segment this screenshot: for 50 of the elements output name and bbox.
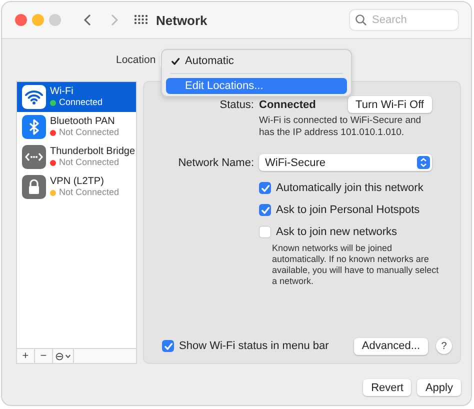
stepper-arrows-icon	[417, 156, 430, 169]
checkmark-icon	[171, 56, 180, 66]
service-status: Connected	[59, 97, 103, 108]
option-label: Automatically join this network	[276, 182, 424, 194]
advanced-button[interactable]: Advanced...	[354, 338, 428, 354]
option-label: Ask to join new networks	[276, 226, 398, 238]
service-name: Wi-Fi	[50, 86, 74, 97]
apply-button[interactable]: Apply	[417, 379, 461, 396]
close-button[interactable]	[15, 14, 27, 26]
service-item[interactable]: Wi-Fi Connected	[17, 82, 136, 112]
status-label: Status:	[218, 98, 254, 110]
service-status: Not Connected	[59, 127, 120, 138]
back-icon[interactable]	[83, 13, 93, 27]
service-item[interactable]: VPN (L2TP) Not Connected	[17, 172, 136, 202]
turn-wifi-off-button[interactable]: Turn Wi-Fi Off	[348, 96, 432, 113]
note-text: Known networks will be joined automatically. If no known networks are available, you will have to manually select a network.	[272, 243, 440, 287]
status-description: Wi-Fi is connected to WiFi-Secure and has the IP address 101.010.1.010.	[259, 115, 422, 139]
grid-icon[interactable]	[134, 13, 148, 27]
service-name: VPN (L2TP)	[50, 176, 105, 187]
service-status: Not Connected	[59, 187, 120, 198]
service-status: Not Connected	[59, 157, 120, 168]
service-item[interactable]: Bluetooth PAN Not Connected	[17, 112, 136, 142]
revert-button[interactable]: Revert	[363, 379, 412, 396]
option-label: Show Wi-Fi status in menu bar	[179, 340, 329, 352]
checkbox[interactable]	[259, 182, 271, 194]
help-button[interactable]: ?	[436, 338, 452, 354]
bluetooth-icon	[22, 115, 46, 139]
status-value: Connected	[259, 98, 316, 110]
remove-button[interactable]: −	[35, 349, 53, 363]
service-name: Thunderbolt Bridge	[50, 146, 136, 157]
network-name-label: Network Name:	[177, 156, 254, 168]
location-label: Location	[116, 54, 156, 66]
add-button[interactable]: +	[17, 349, 35, 363]
search-field[interactable]: Search	[349, 9, 459, 31]
checkbox[interactable]	[259, 204, 271, 216]
service-name: Bluetooth PAN	[50, 116, 116, 127]
menu-item[interactable]: Automatic	[166, 53, 347, 69]
connection-arrows-icon	[22, 145, 46, 169]
search-icon	[355, 14, 367, 26]
option-label: Ask to join Personal Hotspots	[276, 204, 420, 216]
chevron-icon	[65, 354, 72, 358]
service-item[interactable]: Thunderbolt Bridge Not Connected	[17, 142, 136, 172]
lock-icon	[22, 175, 46, 199]
checkbox[interactable]	[162, 340, 174, 352]
actions-button[interactable]: ⊖	[53, 349, 74, 363]
wifi-icon	[22, 85, 46, 109]
menu-item[interactable]: Edit Locations...	[166, 78, 347, 94]
window-title: Network	[156, 12, 208, 28]
checkbox[interactable]	[259, 226, 271, 238]
network-name-popup[interactable]: WiFi-Secure	[259, 154, 432, 171]
